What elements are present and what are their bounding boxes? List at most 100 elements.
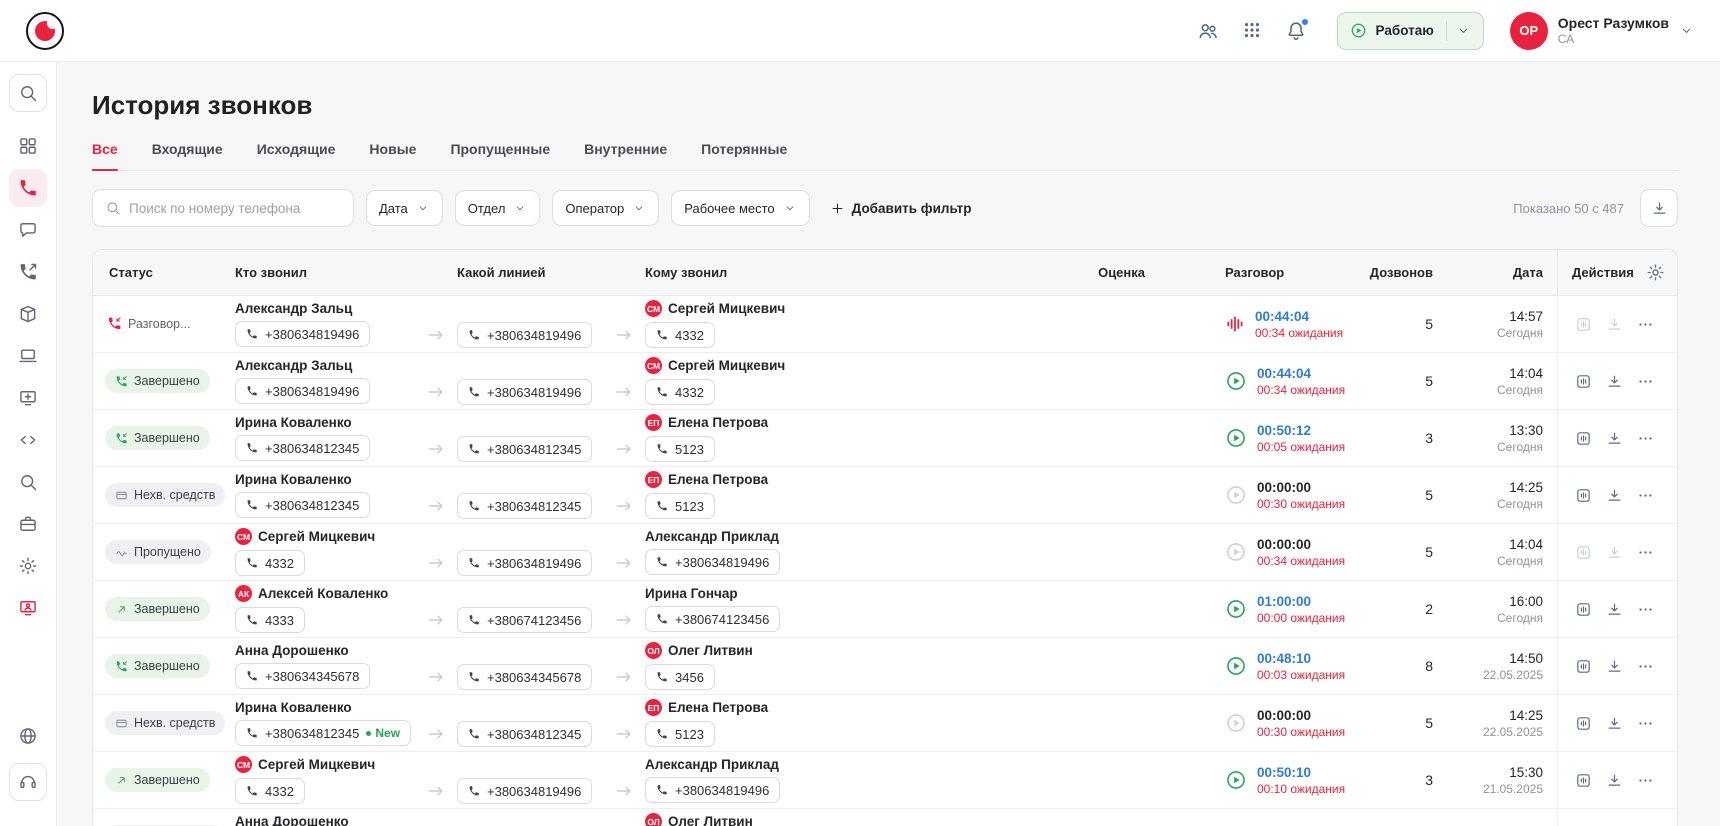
row-menu-button[interactable] [1632, 482, 1658, 508]
line-phone-chip[interactable]: +380634812345 [457, 436, 592, 462]
row-menu-button[interactable] [1632, 311, 1658, 337]
download-record-button[interactable] [1601, 710, 1627, 736]
notifications-button[interactable] [1285, 19, 1309, 43]
call-report-button[interactable] [1570, 311, 1596, 337]
callee-phone-chip[interactable]: 4332 [645, 379, 715, 405]
play-record-button[interactable] [1225, 598, 1247, 620]
tab-internal[interactable]: Внутренние [584, 141, 667, 170]
download-record-button[interactable] [1601, 653, 1627, 679]
callee-phone-chip[interactable]: 5123 [645, 493, 715, 519]
caller-phone-chip[interactable]: 4332 [235, 550, 305, 576]
status-icon [115, 546, 128, 559]
callee-phone-chip[interactable]: 5123 [645, 721, 715, 747]
download-record-button[interactable] [1601, 425, 1627, 451]
sidebar-item-chats[interactable] [9, 211, 47, 249]
callee-phone-chip[interactable]: 5123 [645, 436, 715, 462]
download-record-button[interactable] [1601, 767, 1627, 793]
search-input[interactable] [129, 201, 341, 216]
sidebar-item-network[interactable] [9, 717, 47, 755]
callee-phone-chip[interactable]: 4332 [645, 322, 715, 348]
sidebar-item-search[interactable] [9, 74, 47, 112]
caller-phone-chip[interactable]: +380634345678 [235, 663, 370, 689]
row-menu-button[interactable] [1632, 710, 1658, 736]
caller-phone-chip[interactable]: +380634812345 [235, 435, 370, 461]
row-menu-button[interactable] [1632, 368, 1658, 394]
line-phone-chip[interactable]: +380634819496 [457, 778, 592, 804]
row-menu-button[interactable] [1632, 425, 1658, 451]
line-phone-chip[interactable]: +380634819496 [457, 379, 592, 405]
wait-time: 00:10 ожидания [1257, 782, 1345, 796]
line-phone-chip[interactable]: +380634812345 [457, 721, 592, 747]
row-menu-button[interactable] [1632, 539, 1658, 565]
download-record-button[interactable] [1601, 368, 1627, 394]
tab-missed[interactable]: Пропущенные [450, 141, 550, 170]
avatar: ЕП [645, 699, 662, 716]
callee-phone-chip[interactable]: +380634819496 [645, 549, 780, 575]
table-settings-button[interactable] [1646, 263, 1665, 282]
filter-dropdown-operator[interactable]: Оператор [552, 190, 659, 226]
caller-phone-chip[interactable]: +380634812345New [235, 720, 411, 746]
caller-phone-chip[interactable]: 4332 [235, 778, 305, 804]
tab-outgoing[interactable]: Исходящие [257, 141, 336, 170]
sidebar-item-calls[interactable] [9, 169, 47, 207]
row-menu-button[interactable] [1632, 596, 1658, 622]
call-report-button[interactable] [1570, 425, 1596, 451]
callee-phone-chip[interactable]: +380674123456 [645, 606, 780, 632]
line-phone-chip[interactable]: +380634812345 [457, 493, 592, 519]
caller-phone-chip[interactable]: +380634819496 [235, 321, 370, 347]
filter-dropdown-workplace[interactable]: Рабочее место [671, 190, 809, 226]
download-record-button[interactable] [1601, 539, 1627, 565]
sidebar-item-monitoring[interactable] [9, 589, 47, 627]
tab-lost[interactable]: Потерянные [701, 141, 787, 170]
sidebar-item-settings[interactable] [9, 547, 47, 585]
call-report-button[interactable] [1570, 767, 1596, 793]
user-menu[interactable]: ОР Орест Разумков СА [1510, 12, 1694, 50]
tab-new[interactable]: Новые [369, 141, 416, 170]
line-phone-chip[interactable]: +380634819496 [457, 550, 592, 576]
row-menu-button[interactable] [1632, 767, 1658, 793]
sidebar-item-dashboard[interactable] [9, 127, 47, 165]
sidebar-item-callback[interactable] [9, 253, 47, 291]
work-status-button[interactable]: Работаю [1337, 12, 1484, 50]
sidebar-item-audit[interactable] [9, 463, 47, 501]
download-record-button[interactable] [1601, 311, 1627, 337]
sidebar-item-products[interactable] [9, 295, 47, 333]
tab-incoming[interactable]: Входящие [152, 141, 223, 170]
play-record-button[interactable] [1225, 769, 1247, 791]
sidebar-item-workplace[interactable] [9, 337, 47, 375]
tab-all[interactable]: Все [92, 141, 118, 170]
call-report-button[interactable] [1570, 596, 1596, 622]
caller-phone-chip[interactable]: 4333 [235, 607, 305, 633]
filter-dropdown-date[interactable]: Дата [366, 190, 443, 226]
callee-phone-chip[interactable]: 3456 [645, 664, 715, 690]
sidebar-item-integrations[interactable] [9, 421, 47, 459]
call-report-button[interactable] [1570, 653, 1596, 679]
caller-phone-chip[interactable]: +380634819496 [235, 378, 370, 404]
play-record-button[interactable] [1225, 427, 1247, 449]
arrow-right-icon [423, 496, 449, 516]
call-report-button[interactable] [1570, 368, 1596, 394]
dialpad-button[interactable] [1241, 19, 1265, 43]
filter-dropdown-department[interactable]: Отдел [455, 190, 541, 226]
download-record-button[interactable] [1601, 482, 1627, 508]
call-report-button[interactable] [1570, 710, 1596, 736]
play-record-button[interactable] [1225, 655, 1247, 677]
call-report-button[interactable] [1570, 539, 1596, 565]
row-menu-button[interactable] [1632, 653, 1658, 679]
callee-phone-chip[interactable]: +380634819496 [645, 777, 780, 803]
status-badge: Завершено [105, 369, 210, 393]
sidebar-item-support[interactable] [9, 763, 47, 801]
line-phone-chip[interactable]: +380674123456 [457, 607, 592, 633]
add-filter-button[interactable]: Добавить фильтр [830, 201, 972, 216]
play-record-button[interactable] [1225, 370, 1247, 392]
caller-phone-chip[interactable]: +380634812345 [235, 492, 370, 518]
line-phone-chip[interactable]: +380634819496 [457, 322, 592, 348]
download-record-button[interactable] [1601, 596, 1627, 622]
line-phone-chip[interactable]: +380634345678 [457, 664, 592, 690]
sidebar-item-services[interactable] [9, 505, 47, 543]
app-logo[interactable] [26, 12, 64, 50]
sidebar-item-screens[interactable] [9, 379, 47, 417]
export-button[interactable] [1640, 189, 1678, 227]
call-report-button[interactable] [1570, 482, 1596, 508]
agents-button[interactable] [1197, 19, 1221, 43]
